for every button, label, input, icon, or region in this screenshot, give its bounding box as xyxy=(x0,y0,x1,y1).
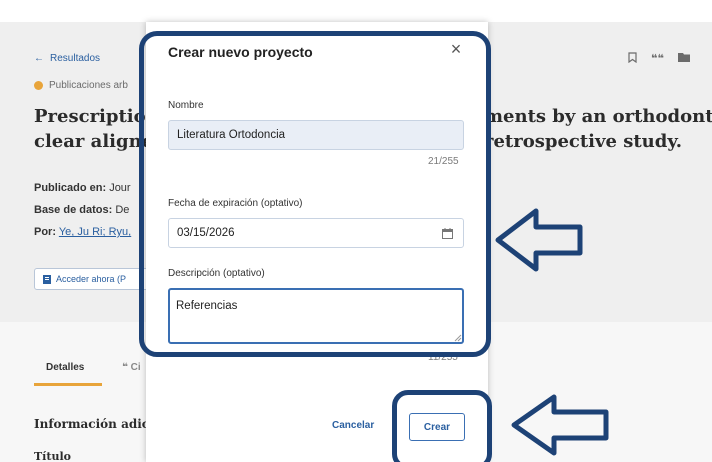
annotation-arrow-icon xyxy=(511,394,609,456)
publication-type: Publicaciones arb xyxy=(34,80,128,91)
title-line-1: Prescription xyxy=(34,106,159,127)
access-now-label: Acceder ahora (P xyxy=(56,274,127,284)
annotation-arrow-icon xyxy=(495,208,583,272)
pdf-icon xyxy=(43,274,51,284)
publication-type-label: Publicaciones arb xyxy=(49,80,128,91)
database-label: Base de datos: xyxy=(34,204,113,216)
additional-info-heading: Información adici xyxy=(34,417,154,431)
published-value: Jour xyxy=(109,182,131,194)
authors: Por: Ye, Ju Ri; Ryu, xyxy=(34,226,131,238)
folder-icon[interactable] xyxy=(677,52,690,62)
access-now-button[interactable]: Acceder ahora (P xyxy=(34,268,150,290)
published-label: Publicado en: xyxy=(34,182,107,194)
quote-icon: ❝ xyxy=(122,362,128,373)
title-line-2-right: retrospective study. xyxy=(484,131,682,152)
record-title-right: ments by an orthodontic retrospective st… xyxy=(484,104,712,154)
bookmark-icon[interactable] xyxy=(628,52,637,63)
tab-cite-label: Ci xyxy=(130,362,141,373)
record-title-left: Prescription clear aligne xyxy=(34,104,159,154)
cancel-button[interactable]: Cancelar xyxy=(332,420,374,431)
title-line-1-right: ments by an orthodontic xyxy=(484,106,712,127)
authors-link[interactable]: Ye, Ju Ri; Ryu, xyxy=(59,226,131,238)
published-in: Publicado en: Jour xyxy=(34,182,131,194)
quote-icon[interactable]: ❝❝ xyxy=(651,52,664,65)
detail-tabs: Detalles ❝ Ci xyxy=(34,362,141,386)
back-link-label: Resultados xyxy=(50,53,101,64)
title-field-heading: Título xyxy=(34,450,71,462)
database: Base de datos: De xyxy=(34,204,129,216)
tab-cite[interactable]: ❝ Ci xyxy=(122,362,141,386)
back-to-results-link[interactable]: ← Resultados xyxy=(34,53,100,64)
badge-dot-icon xyxy=(34,81,43,90)
title-line-2: clear aligne xyxy=(34,131,154,152)
tab-details[interactable]: Detalles xyxy=(34,362,102,386)
record-tools: ❝❝ xyxy=(628,52,690,65)
annotation-frame-form xyxy=(139,31,491,357)
top-strip xyxy=(0,0,712,22)
annotation-frame-create xyxy=(392,390,492,462)
arrow-left-icon: ← xyxy=(34,53,44,64)
database-value: De xyxy=(115,204,130,216)
authors-label: Por: xyxy=(34,226,56,238)
